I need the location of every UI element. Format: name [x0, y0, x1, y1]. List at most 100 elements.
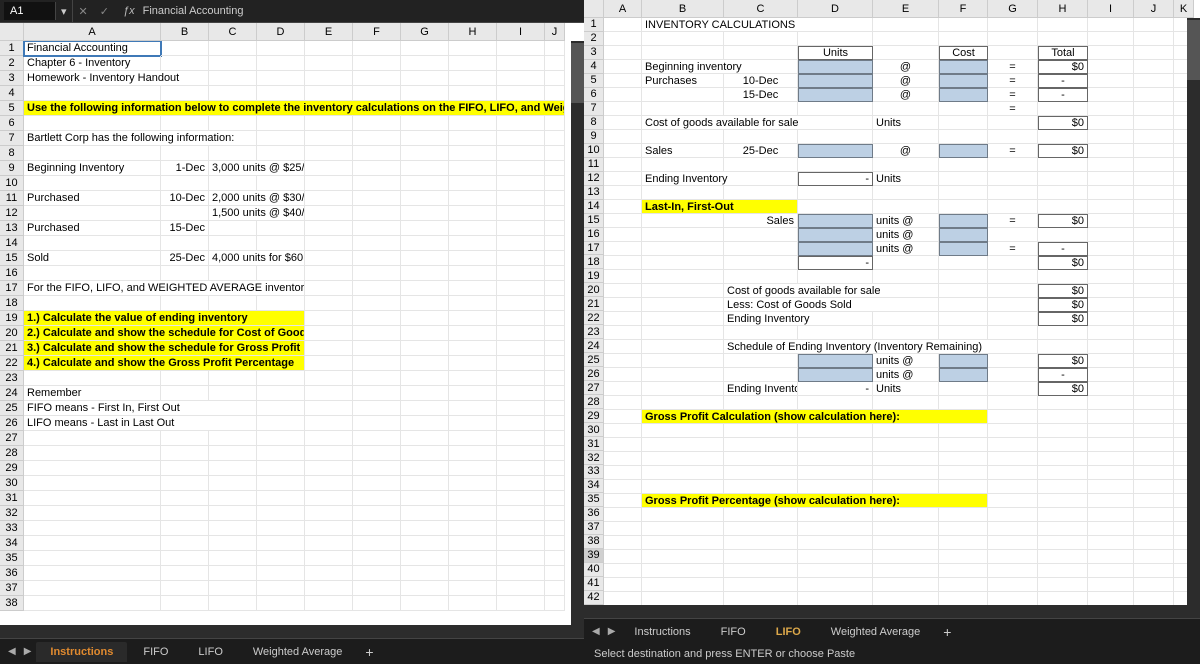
cell[interactable] [497, 146, 545, 161]
cell[interactable]: Cost of goods available for sale [724, 284, 939, 298]
cell[interactable] [449, 416, 497, 431]
cell[interactable] [939, 550, 988, 564]
cell[interactable] [353, 326, 401, 341]
cell[interactable] [798, 536, 873, 550]
cell[interactable] [939, 270, 988, 284]
cell[interactable] [604, 564, 642, 578]
cell[interactable] [988, 480, 1038, 494]
row-header[interactable]: 26 [0, 416, 24, 431]
cell[interactable]: units @ [873, 214, 939, 228]
cell[interactable] [449, 356, 497, 371]
row-header[interactable]: 7 [0, 131, 24, 146]
cell[interactable] [497, 386, 545, 401]
cell[interactable] [1088, 186, 1134, 200]
cell[interactable]: units @ [873, 242, 939, 256]
cell[interactable] [449, 326, 497, 341]
cell[interactable] [161, 266, 209, 281]
cell[interactable]: Total [1038, 46, 1088, 60]
cell[interactable] [497, 476, 545, 491]
cell[interactable] [1134, 410, 1174, 424]
cell[interactable] [939, 312, 988, 326]
cell[interactable] [401, 416, 449, 431]
cell[interactable]: Units [873, 116, 939, 130]
cell[interactable] [873, 564, 939, 578]
cell[interactable] [209, 461, 257, 476]
cell[interactable] [1134, 18, 1174, 32]
cell[interactable] [449, 161, 497, 176]
cell[interactable] [305, 56, 353, 71]
cell[interactable] [642, 424, 724, 438]
cell[interactable] [1134, 438, 1174, 452]
cell[interactable] [1088, 284, 1134, 298]
cell[interactable] [939, 508, 988, 522]
cell[interactable] [257, 521, 305, 536]
cell[interactable] [161, 551, 209, 566]
cell[interactable] [449, 476, 497, 491]
column-header[interactable]: F [939, 0, 988, 18]
cell[interactable] [24, 176, 161, 191]
cell[interactable] [642, 326, 724, 340]
cell[interactable] [545, 86, 565, 101]
cell[interactable] [873, 522, 939, 536]
cell[interactable] [257, 566, 305, 581]
formula-input[interactable]: Financial Accounting [139, 5, 244, 17]
cell[interactable] [1134, 326, 1174, 340]
cell[interactable] [257, 41, 305, 56]
cell[interactable] [353, 251, 401, 266]
cell[interactable] [1088, 46, 1134, 60]
cell[interactable]: $0 [1038, 116, 1088, 130]
row-headers[interactable]: 1234567891011121314151617181920212223242… [584, 18, 604, 605]
cell[interactable] [209, 491, 257, 506]
cell[interactable] [724, 158, 798, 172]
cell-reference-box[interactable]: A1 [4, 2, 56, 20]
cell[interactable] [24, 266, 161, 281]
row-header[interactable]: 24 [584, 339, 604, 353]
cell[interactable]: $0 [1038, 214, 1088, 228]
row-header[interactable]: 8 [0, 146, 24, 161]
cell[interactable] [449, 236, 497, 251]
cell[interactable] [1038, 130, 1088, 144]
cell[interactable] [305, 176, 353, 191]
cell[interactable] [798, 186, 873, 200]
cell[interactable] [604, 116, 642, 130]
row-header[interactable]: 23 [584, 325, 604, 339]
tab-prev-icon[interactable]: ◀ [4, 646, 20, 657]
cell[interactable]: - [798, 172, 873, 186]
cell[interactable] [449, 566, 497, 581]
cell[interactable] [873, 536, 939, 550]
cell[interactable] [724, 186, 798, 200]
cell[interactable]: @ [873, 144, 939, 158]
cell[interactable]: 1-Dec [161, 161, 209, 176]
cell[interactable] [604, 578, 642, 592]
tab-weighted-average[interactable]: Weighted Average [817, 622, 935, 642]
cell[interactable] [401, 266, 449, 281]
column-header[interactable]: G [401, 23, 449, 41]
cell[interactable] [353, 191, 401, 206]
column-header[interactable]: J [545, 23, 565, 41]
cell[interactable] [449, 221, 497, 236]
cell[interactable] [798, 480, 873, 494]
cell[interactable] [305, 41, 353, 56]
cell[interactable] [988, 298, 1038, 312]
cell[interactable] [305, 236, 353, 251]
cell[interactable] [798, 158, 873, 172]
cell[interactable]: Units [873, 382, 939, 396]
cell[interactable] [449, 536, 497, 551]
cell[interactable]: - [1038, 242, 1088, 256]
cell[interactable] [1134, 578, 1174, 592]
cell[interactable] [1038, 186, 1088, 200]
row-header[interactable]: 6 [0, 116, 24, 131]
cell[interactable] [401, 116, 449, 131]
row-header[interactable]: 39 [584, 549, 604, 563]
cell[interactable] [798, 466, 873, 480]
cell[interactable] [873, 438, 939, 452]
cell[interactable]: Gross Profit Percentage (show calculatio… [642, 494, 988, 508]
cell[interactable] [24, 506, 161, 521]
row-header[interactable]: 28 [0, 446, 24, 461]
cell[interactable] [449, 311, 497, 326]
cell[interactable] [353, 86, 401, 101]
cell[interactable] [873, 592, 939, 605]
cell[interactable] [449, 521, 497, 536]
row-header[interactable]: 19 [584, 269, 604, 283]
cell[interactable] [353, 566, 401, 581]
